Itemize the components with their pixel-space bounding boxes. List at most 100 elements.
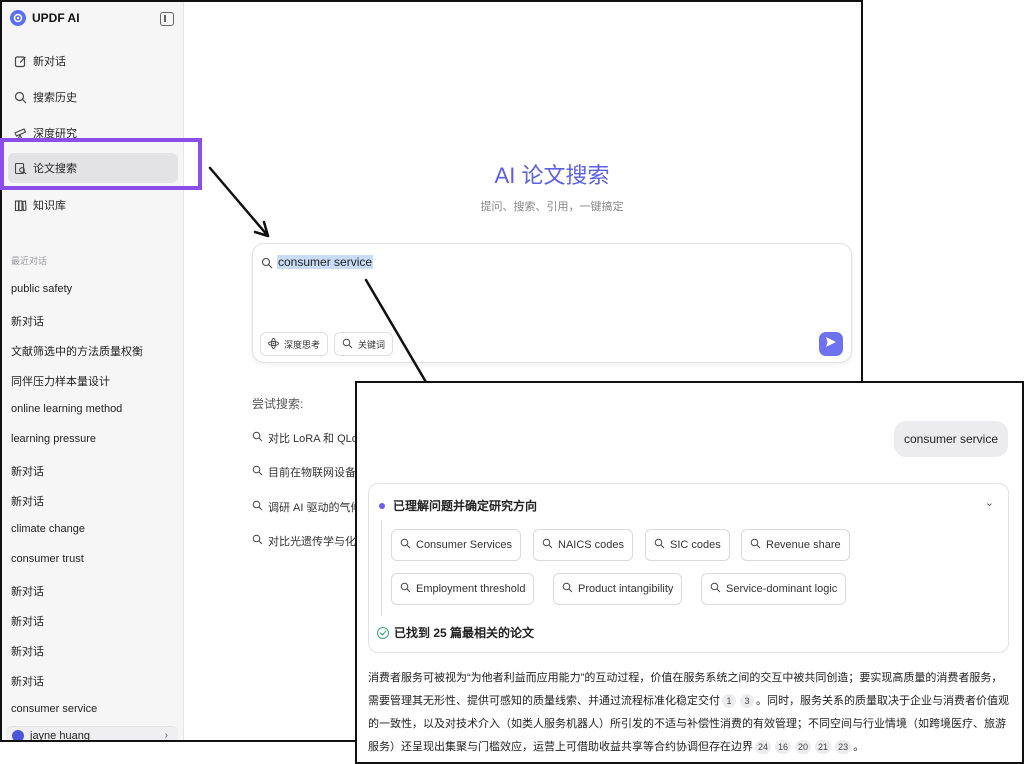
timeline-rail — [381, 520, 382, 616]
chip-label: SIC codes — [670, 539, 721, 551]
search-icon — [654, 538, 665, 552]
search-icon — [562, 582, 573, 596]
recent-chat-item[interactable]: 文献筛选中的方法质量权衡 — [11, 343, 143, 359]
recent-chat-item[interactable]: 新对话 — [11, 613, 44, 629]
search-icon — [342, 338, 353, 351]
app-name: UPDF AI — [32, 11, 80, 25]
suggestion-item[interactable]: 调研 AI 驱动的气候 — [252, 499, 362, 515]
collapse-sidebar-icon[interactable] — [160, 12, 174, 26]
search-icon — [252, 500, 263, 514]
suggestion-text: 对比光遗传学与化学 — [268, 536, 367, 548]
nav-search-history[interactable]: 搜索历史 — [8, 82, 178, 112]
recent-chat-item[interactable]: climate change — [11, 523, 85, 535]
search-icon — [710, 582, 721, 596]
user-profile[interactable]: jayne huang › — [6, 726, 178, 742]
suggestion-text: 调研 AI 驱动的气候 — [268, 502, 362, 514]
answer-text: 消费者服务可被视为“为他者利益而应用能力”的互动过程，价值在服务系统之间的交互中… — [368, 667, 1013, 759]
suggestion-item[interactable]: 对比光遗传学与化学 — [252, 533, 367, 549]
nav-label: 新对话 — [33, 56, 66, 68]
citation-badge[interactable]: 21 — [815, 740, 832, 754]
recent-chat-item[interactable]: 新对话 — [11, 313, 44, 329]
recent-chat-item[interactable]: 新对话 — [11, 643, 44, 659]
chip-label: Product intangibility — [578, 583, 674, 595]
citation-badge[interactable]: 1 — [722, 694, 736, 708]
nav-knowledge-base[interactable]: 知识库 — [8, 190, 178, 220]
search-icon — [400, 538, 411, 552]
keyword-chip[interactable]: Revenue share — [741, 529, 850, 561]
deep-think-button[interactable]: 深度思考 — [260, 332, 329, 356]
search-refresh-icon — [261, 256, 273, 269]
nav-new-chat[interactable]: 新对话 — [8, 46, 178, 76]
recent-chat-item[interactable]: public safety — [11, 283, 72, 295]
chevron-right-icon: › — [164, 730, 168, 741]
atom-icon — [268, 337, 279, 351]
search-box[interactable]: consumer service 深度思考 关键词 — [252, 243, 852, 363]
search-icon — [542, 538, 553, 552]
deep-think-label: 深度思考 — [284, 339, 321, 350]
keyword-chip[interactable]: SIC codes — [645, 529, 730, 561]
recent-chat-item[interactable]: learning pressure — [11, 433, 96, 445]
citation-badge[interactable]: 3 — [740, 694, 754, 708]
search-input[interactable]: consumer service — [277, 255, 374, 269]
app-logo-icon — [10, 10, 26, 26]
chevron-down-icon[interactable]: ⌄ — [985, 496, 994, 509]
keyword-label: 关键词 — [358, 339, 386, 350]
keyword-chip[interactable]: Service-dominant logic — [701, 573, 847, 605]
chip-label: Service-dominant logic — [726, 583, 838, 595]
process-title: 已理解问题并确定研究方向 — [393, 499, 538, 513]
recent-chat-item[interactable]: 新对话 — [11, 463, 44, 479]
citation-badge[interactable]: 16 — [775, 740, 792, 754]
brand: UPDF AI — [10, 10, 80, 26]
suggestion-item[interactable]: 对比 LoRA 和 QLo — [252, 430, 358, 446]
recent-chat-item[interactable]: online learning method — [11, 403, 122, 415]
search-icon — [252, 465, 263, 479]
search-icon — [14, 91, 27, 104]
check-circle-icon — [377, 626, 389, 639]
suggestion-text: 目前在物联网设备上 — [268, 467, 367, 479]
recent-chat-item[interactable]: consumer trust — [11, 553, 84, 565]
recent-chat-item[interactable]: 同伴压力样本量设计 — [11, 373, 110, 389]
recent-chat-item[interactable]: 新对话 — [11, 493, 44, 509]
user-query-bubble: consumer service — [893, 421, 1008, 457]
highlight-annotation — [0, 138, 202, 190]
sidebar: UPDF AI 新对话 搜索历史 深度研究 论文搜索 知识库 最近对话 publ… — [2, 2, 184, 740]
found-label: 已找到 25 篇最相关的论文 — [394, 626, 535, 640]
citation-badge[interactable]: 24 — [755, 740, 772, 754]
research-process-card: 已理解问题并确定研究方向 ⌄ Consumer Services NAICS c… — [368, 483, 1009, 653]
nav-label: 知识库 — [33, 200, 66, 212]
recent-chat-item[interactable]: 新对话 — [11, 673, 44, 689]
recent-chat-item[interactable]: consumer service — [11, 703, 97, 715]
page-title: AI 论文搜索 — [494, 163, 610, 188]
keyword-button[interactable]: 关键词 — [334, 332, 394, 356]
citation-badge[interactable]: 23 — [835, 740, 852, 754]
search-icon — [750, 538, 761, 552]
try-search-label: 尝试搜索: — [252, 397, 304, 411]
status-dot — [379, 503, 385, 509]
page-subtitle: 提问、搜索、引用，一键搞定 — [480, 201, 624, 213]
keyword-chip[interactable]: Product intangibility — [553, 573, 683, 605]
search-icon — [252, 534, 263, 548]
results-panel: consumer service 已理解问题并确定研究方向 ⌄ Consumer… — [355, 381, 1024, 764]
papers-found-status: 已找到 25 篇最相关的论文 — [377, 624, 534, 641]
send-icon — [825, 335, 837, 353]
citation-badge[interactable]: 20 — [795, 740, 812, 754]
recent-chat-item[interactable]: 新对话 — [11, 583, 44, 599]
keyword-chip[interactable]: Employment threshold — [391, 573, 535, 605]
chip-label: Revenue share — [766, 539, 841, 551]
keyword-chip[interactable]: Consumer Services — [391, 529, 521, 561]
edit-icon — [14, 55, 27, 68]
avatar — [12, 729, 24, 740]
chip-label: NAICS codes — [558, 539, 625, 551]
search-icon — [400, 582, 411, 596]
chip-label: Employment threshold — [416, 583, 526, 595]
chip-label: Consumer Services — [416, 539, 512, 551]
recent-section-label: 最近对话 — [11, 256, 48, 266]
user-name: jayne huang — [30, 729, 90, 742]
keyword-chip[interactable]: NAICS codes — [533, 529, 634, 561]
answer-part: 。 — [853, 741, 865, 753]
nav-label: 搜索历史 — [33, 92, 77, 104]
suggestion-item[interactable]: 目前在物联网设备上 — [252, 464, 367, 480]
send-button[interactable] — [819, 332, 843, 356]
library-icon — [14, 199, 27, 212]
search-icon — [252, 431, 263, 445]
